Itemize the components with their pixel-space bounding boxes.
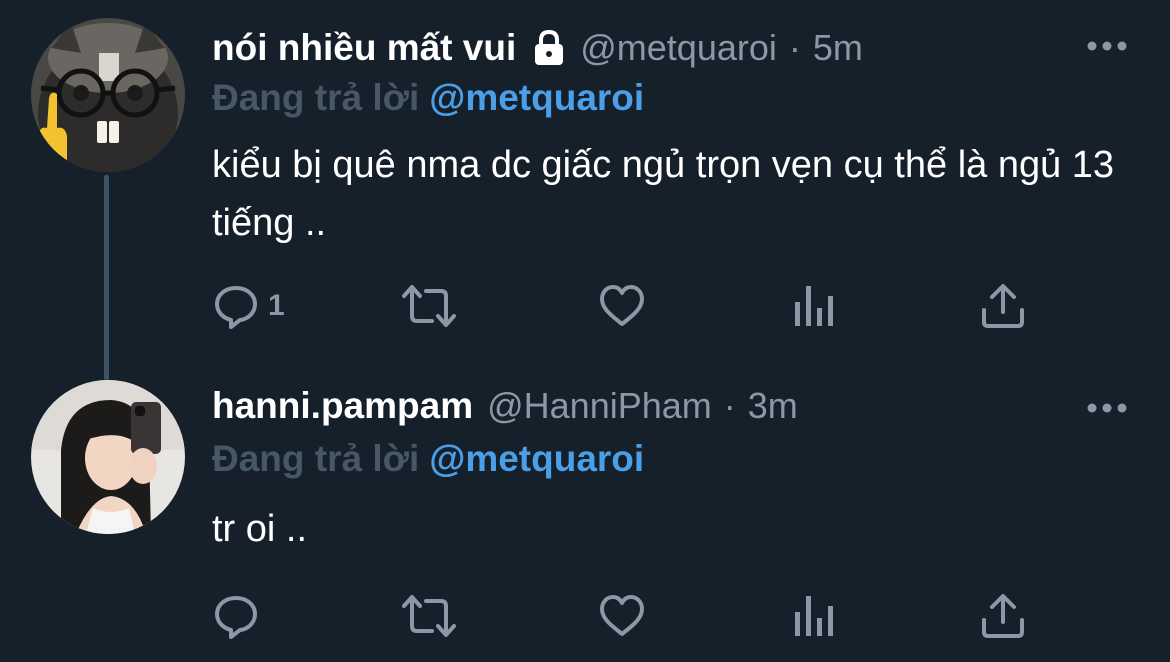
reply-icon (215, 286, 257, 329)
more-icon[interactable] (1087, 40, 1127, 52)
replying-to-mention[interactable]: @metquaroi (429, 438, 644, 479)
like-button[interactable] (598, 281, 646, 331)
like-icon (600, 595, 644, 636)
analytics-icon (795, 286, 833, 326)
avatar[interactable] (31, 18, 185, 172)
share-button[interactable] (980, 591, 1026, 641)
replying-to-label: Đang trả lời (212, 77, 420, 118)
handle[interactable]: @metquaroi (580, 27, 777, 69)
separator-dot: · (723, 385, 736, 426)
tweet-header: nói nhiều mất vui @metquaroi · 5m (212, 18, 863, 78)
share-icon (982, 594, 1024, 638)
like-icon (600, 285, 644, 326)
lock-icon (532, 29, 566, 67)
avatar-cat-image (31, 18, 185, 172)
tweet-text: tr oi .. (212, 508, 308, 550)
handle[interactable]: @HanniPham (487, 385, 712, 427)
reply-icon (215, 596, 257, 639)
like-button[interactable] (598, 591, 646, 641)
analytics-button[interactable] (792, 281, 836, 331)
display-name[interactable]: nói nhiều mất vui (212, 27, 516, 69)
display-name[interactable]: hanni.pampam (212, 385, 473, 427)
timestamp[interactable]: 3m (748, 385, 798, 427)
replying-to: Đang trả lời @metquaroi (212, 77, 644, 119)
retweet-button[interactable] (400, 281, 458, 331)
analytics-icon (795, 596, 833, 636)
share-icon (982, 284, 1024, 328)
replying-to-mention[interactable]: @metquaroi (429, 77, 644, 118)
tweet[interactable]: hanni.pampam @HanniPham · 3m Đang trả lờ… (0, 370, 1170, 662)
reply-count: 1 (268, 289, 285, 322)
retweet-button[interactable] (400, 591, 458, 641)
avatar[interactable] (31, 380, 185, 534)
retweet-icon (402, 595, 456, 637)
share-button[interactable] (980, 281, 1026, 331)
more-icon[interactable] (1087, 402, 1127, 414)
tweet-header: hanni.pampam @HanniPham · 3m (212, 376, 798, 436)
replying-to: Đang trả lời @metquaroi (212, 438, 644, 480)
reply-button[interactable]: 1 (212, 281, 285, 331)
reply-button[interactable] (212, 591, 260, 641)
replying-to-label: Đang trả lời (212, 438, 420, 479)
tweet[interactable]: nói nhiều mất vui @metquaroi · 5m Đang t… (0, 0, 1170, 370)
timestamp[interactable]: 5m (813, 27, 863, 69)
separator-dot: · (788, 27, 801, 68)
analytics-button[interactable] (792, 591, 836, 641)
tweet-text: kiểu bị quê nma dc giấc ngủ trọn vẹn cụ … (212, 144, 1115, 244)
retweet-icon (402, 285, 456, 327)
avatar-girl-photo (31, 380, 185, 534)
